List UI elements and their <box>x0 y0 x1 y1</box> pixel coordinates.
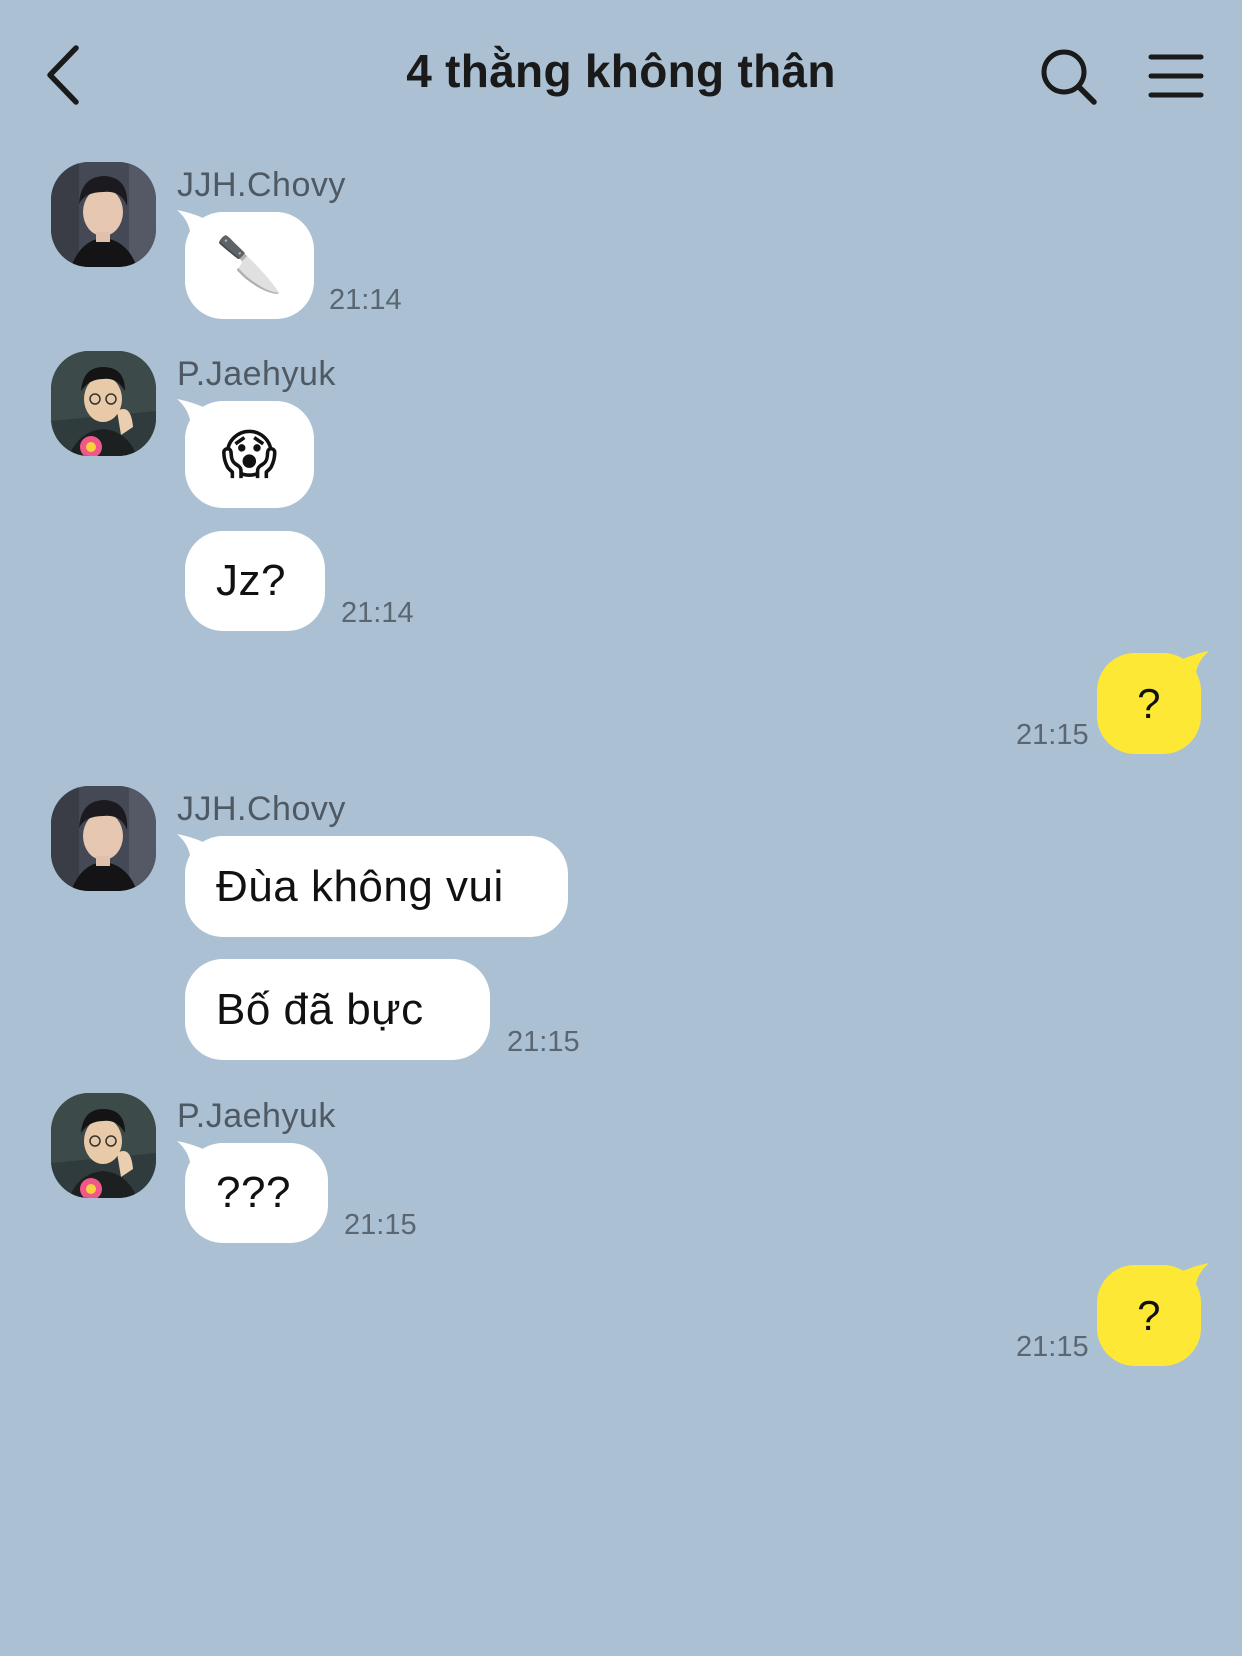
message-time: 21:15 <box>507 1026 580 1058</box>
avatar-jaehyuk[interactable] <box>51 1093 156 1198</box>
message-text: Jz? <box>216 556 286 605</box>
message-time: 21:14 <box>341 597 414 629</box>
avatar-jaehyuk[interactable] <box>51 351 156 456</box>
message-time: 21:15 <box>344 1209 417 1241</box>
avatar-chovy[interactable] <box>51 786 156 891</box>
my-message-bubble[interactable]: ? <box>1097 1263 1209 1366</box>
my-message-bubble[interactable]: ? <box>1097 651 1209 754</box>
bubble-tail <box>177 399 211 429</box>
bubble-tail <box>177 1141 211 1171</box>
bubble-tail <box>1175 1263 1209 1293</box>
message-bubble[interactable]: Jz? <box>185 531 325 631</box>
message-bubble[interactable]: 🔪 <box>177 210 314 319</box>
message-bubble[interactable]: Đùa không vui <box>177 834 568 937</box>
message-text: Đùa không vui <box>216 861 504 911</box>
message-text: Bố đã bực <box>216 984 424 1034</box>
message-time: 21:15 <box>1016 1331 1089 1363</box>
message-text: ??? <box>216 1168 291 1217</box>
bubble-tail <box>1175 651 1209 681</box>
message-text: ? <box>1137 1291 1161 1339</box>
sender-name: JJH.Chovy <box>177 166 346 204</box>
menu-button[interactable] <box>1148 52 1204 102</box>
sender-name: P.Jaehyuk <box>177 1097 336 1135</box>
message-bubble[interactable]: ??? <box>177 1141 328 1243</box>
search-button[interactable] <box>1040 48 1098 106</box>
search-icon <box>1041 49 1097 105</box>
chat-header: 4 thằng không thân <box>0 0 1242 150</box>
avatar-chovy[interactable] <box>51 162 156 267</box>
bubble-tail <box>177 834 211 864</box>
message-text: 🔪 <box>215 235 284 295</box>
sender-name: JJH.Chovy <box>177 790 346 828</box>
message-bubble[interactable]: 😱 <box>177 399 314 508</box>
message-text: 😱 <box>221 425 278 485</box>
sender-name: P.Jaehyuk <box>177 355 336 393</box>
message-text: ? <box>1137 679 1161 727</box>
message-time: 21:15 <box>1016 719 1089 751</box>
message-bubble[interactable]: Bố đã bực <box>185 959 490 1060</box>
message-time: 21:14 <box>329 284 402 316</box>
bubble-tail <box>177 210 211 240</box>
hamburger-menu-icon <box>1148 54 1204 98</box>
